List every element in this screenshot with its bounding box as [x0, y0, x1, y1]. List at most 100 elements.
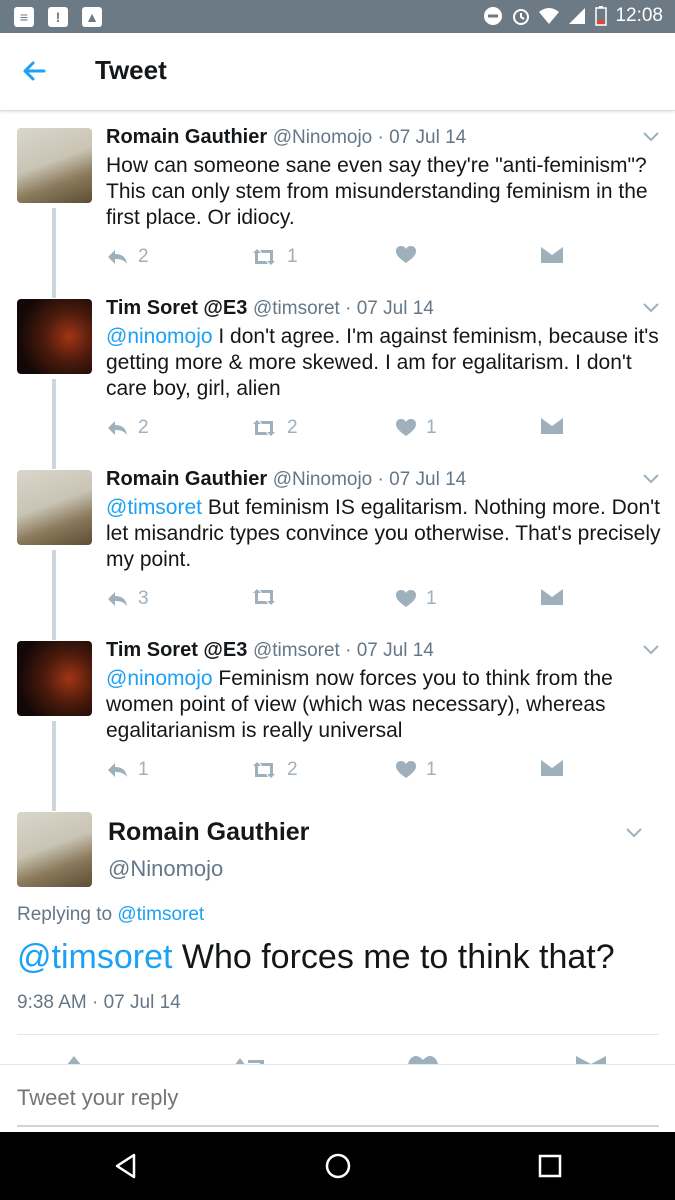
retweet-count: 2 — [287, 417, 298, 438]
retweet-button[interactable]: 2 — [251, 759, 298, 781]
reply-input[interactable] — [17, 1085, 657, 1111]
tweet-date: 07 Jul 14 — [389, 127, 467, 148]
reply-count: 2 — [138, 417, 149, 438]
author-handle[interactable]: @Ninomojo — [108, 856, 223, 882]
thread-line — [52, 721, 56, 811]
do-not-disturb-icon — [484, 7, 503, 25]
author-name[interactable]: Romain Gauthier — [106, 468, 267, 490]
home-circle-icon[interactable] — [322, 1150, 354, 1182]
retweet-icon — [253, 249, 275, 265]
author-handle[interactable]: @timsoret — [253, 640, 340, 661]
notification-icon: ≡ — [14, 7, 34, 27]
heart-icon — [396, 419, 416, 436]
like-button[interactable]: 1 — [396, 417, 437, 439]
app-bar: Tweet — [0, 33, 675, 111]
avatar[interactable] — [17, 641, 92, 716]
heart-icon — [396, 246, 416, 263]
arrow-left-icon[interactable] — [18, 55, 50, 87]
reply-button[interactable]: 2 — [106, 246, 149, 268]
tweet-actions: 1 2 1 — [106, 759, 566, 783]
author-handle[interactable]: @timsoret — [253, 298, 340, 319]
tweet-text: @timsoret Who forces me to think that? — [17, 938, 615, 976]
back-triangle-icon[interactable] — [110, 1150, 142, 1182]
retweet-icon — [253, 589, 275, 605]
status-time: 12:08 — [615, 5, 663, 26]
direct-message-button[interactable] — [541, 246, 563, 264]
author-name[interactable]: Romain Gauthier — [106, 126, 267, 148]
heart-icon — [396, 590, 416, 607]
thread-tweet-3[interactable]: Romain Gauthier @Ninomojo · 07 Jul 14 @t… — [0, 468, 675, 640]
author-handle[interactable]: @Ninomojo — [273, 469, 373, 490]
image-icon: ▲ — [82, 7, 102, 27]
reply-icon — [108, 250, 127, 264]
chevron-down-icon[interactable] — [626, 828, 642, 838]
tweet-text: @ninomojo Feminism now forces you to thi… — [106, 667, 613, 742]
author-name[interactable]: Romain Gauthier — [108, 818, 309, 847]
reply-icon — [108, 763, 127, 777]
tweet-header: Romain Gauthier @Ninomojo · 07 Jul 14 — [106, 468, 467, 490]
author-name[interactable]: Tim Soret @E3 — [106, 639, 247, 661]
retweet-button[interactable]: 2 — [251, 417, 298, 439]
avatar[interactable] — [17, 299, 92, 374]
replying-to: Replying to @timsoret — [17, 904, 205, 925]
reply-icon — [108, 592, 127, 606]
direct-message-button[interactable] — [541, 759, 563, 777]
reply-button[interactable]: 1 — [106, 759, 149, 781]
replying-to-link[interactable]: @timsoret — [117, 904, 204, 925]
thread-line — [52, 550, 56, 640]
tweet-actions: 2 1 — [106, 246, 566, 270]
retweet-button[interactable]: 1 — [251, 246, 298, 268]
reply-count: 2 — [138, 246, 149, 267]
heart-icon — [396, 761, 416, 778]
author-handle[interactable]: @Ninomojo — [273, 127, 373, 148]
thread-line — [52, 208, 56, 298]
tweet-text: @ninomojo I don't agree. I'm against fem… — [106, 325, 659, 400]
envelope-icon — [541, 418, 563, 434]
avatar[interactable] — [17, 128, 92, 203]
page-title: Tweet — [95, 55, 167, 85]
like-button[interactable]: 1 — [396, 759, 437, 781]
chevron-down-icon[interactable] — [643, 645, 659, 655]
mention-link[interactable]: @timsoret — [17, 938, 172, 976]
tweet-date: 07 Jul 14 — [389, 469, 467, 490]
avatar[interactable] — [17, 470, 92, 545]
envelope-icon — [541, 589, 563, 605]
mention-link[interactable]: @ninomojo — [106, 325, 213, 348]
retweet-count: 1 — [287, 246, 298, 267]
thread-tweet-2[interactable]: Tim Soret @E3 @timsoret · 07 Jul 14 @nin… — [0, 297, 675, 469]
wifi-icon — [539, 8, 560, 24]
author-name[interactable]: Tim Soret @E3 — [106, 297, 247, 319]
recents-square-icon[interactable] — [534, 1150, 566, 1182]
tweet-text: How can someone sane even say they're "a… — [106, 154, 648, 229]
direct-message-button[interactable] — [541, 588, 563, 606]
thread-tweet-4[interactable]: Tim Soret @E3 @timsoret · 07 Jul 14 @nin… — [0, 639, 675, 811]
tweet-timestamp: 9:38 AM · 07 Jul 14 — [17, 992, 181, 1013]
envelope-icon — [541, 760, 563, 776]
retweet-button[interactable] — [251, 588, 287, 606]
focused-tweet: Romain Gauthier @Ninomojo Replying to @t… — [0, 810, 675, 1066]
like-button[interactable]: 1 — [396, 588, 437, 610]
divider — [17, 1034, 659, 1035]
battery-low-icon — [595, 6, 608, 26]
tweet-header: Romain Gauthier @Ninomojo · 07 Jul 14 — [106, 126, 467, 148]
chevron-down-icon[interactable] — [643, 303, 659, 313]
direct-message-button[interactable] — [541, 417, 563, 435]
like-count: 1 — [426, 759, 437, 780]
like-button[interactable] — [396, 246, 426, 264]
avatar[interactable] — [17, 812, 92, 887]
reply-count: 3 — [138, 588, 149, 609]
chevron-down-icon[interactable] — [643, 474, 659, 484]
tweet-text: @timsoret But feminism IS egalitarism. N… — [106, 496, 661, 571]
tweet-header: Tim Soret @E3 @timsoret · 07 Jul 14 — [106, 297, 434, 319]
status-bar: ≡ ! ▲ 12:08 — [0, 0, 675, 33]
reply-button[interactable]: 3 — [106, 588, 149, 610]
chevron-down-icon[interactable] — [643, 132, 659, 142]
signal-icon — [569, 8, 586, 24]
retweet-icon — [253, 762, 275, 778]
mention-link[interactable]: @ninomojo — [106, 667, 213, 690]
reply-button[interactable]: 2 — [106, 417, 149, 439]
retweet-count: 2 — [287, 759, 298, 780]
thread-tweet-1[interactable]: Romain Gauthier @Ninomojo · 07 Jul 14 Ho… — [0, 126, 675, 298]
mention-link[interactable]: @timsoret — [106, 496, 202, 519]
android-nav-bar — [0, 1132, 675, 1200]
